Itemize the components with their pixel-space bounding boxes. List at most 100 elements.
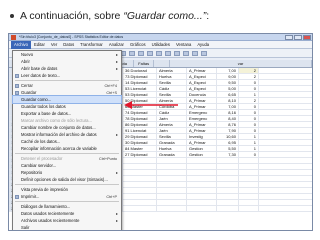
file-menu-item[interactable]: Leer datos de texto... — [13, 72, 121, 79]
table-cell[interactable]: Huelva — [157, 146, 187, 151]
menu-7[interactable]: Utilidades — [149, 41, 173, 49]
file-menu-item[interactable]: Cerrar Ctrl+F4 — [13, 82, 121, 89]
file-menu-item[interactable]: Guardar Ctrl+S — [13, 89, 121, 96]
table-cell[interactable]: A_Especi — [187, 74, 217, 79]
table-cell[interactable]: 9,00 — [217, 74, 239, 79]
table-cell[interactable]: Almeria — [157, 68, 187, 73]
table-cell[interactable]: Sevilla — [157, 134, 187, 139]
table-cell[interactable]: 7,30 — [217, 152, 239, 157]
table-cell[interactable]: 0 — [239, 110, 259, 115]
table-cell[interactable]: 53 Diplomad — [123, 92, 157, 97]
table-cell[interactable]: A_Primar — [187, 98, 217, 103]
table-cell[interactable] — [187, 182, 217, 187]
table-cell[interactable] — [187, 206, 217, 211]
file-menu-item[interactable]: Repositorio ▸ — [13, 169, 121, 176]
table-cell[interactable] — [217, 176, 239, 181]
table-cell[interactable] — [187, 194, 217, 199]
table-cell[interactable]: 73 Diplomad — [123, 74, 157, 79]
table-cell[interactable] — [157, 182, 187, 187]
empty-cells[interactable] — [259, 182, 312, 187]
column-header[interactable] — [154, 60, 170, 67]
menu-9[interactable]: Ayuda — [194, 41, 212, 49]
table-cell[interactable]: 7,00 — [217, 104, 239, 109]
table-cell[interactable] — [217, 188, 239, 193]
table-cell[interactable]: A_Primar — [187, 140, 217, 145]
empty-cells[interactable] — [259, 206, 312, 211]
table-cell[interactable]: 6,65 — [217, 92, 239, 97]
table-cell[interactable] — [217, 182, 239, 187]
table-cell[interactable]: 7,00 — [217, 68, 239, 73]
empty-cells[interactable] — [259, 80, 312, 85]
table-cell[interactable]: Sevilla — [157, 80, 187, 85]
empty-cells[interactable] — [259, 98, 312, 103]
file-menu-item[interactable]: Datos usados recientemente ▸ — [13, 210, 121, 217]
table-cell[interactable]: Jaén — [157, 128, 187, 133]
toolbar-button-icon[interactable] — [156, 51, 162, 56]
toolbar-button-icon[interactable] — [174, 51, 180, 56]
table-cell[interactable] — [239, 158, 259, 163]
table-cell[interactable] — [157, 206, 187, 211]
file-menu-item[interactable]: Diálogos de llamamiento... — [13, 203, 121, 210]
table-cell[interactable] — [157, 194, 187, 199]
file-menu-item[interactable]: Exportar a base de datos... — [13, 110, 121, 117]
table-cell[interactable] — [123, 182, 157, 187]
empty-cells[interactable] — [259, 122, 312, 127]
file-menu-item[interactable]: Abrir ▸ — [13, 58, 121, 65]
table-cell[interactable] — [239, 182, 259, 187]
menu-3[interactable]: Datos — [60, 41, 77, 49]
table-cell[interactable] — [187, 176, 217, 181]
table-cell[interactable]: 0 — [239, 128, 259, 133]
table-cell[interactable] — [157, 176, 187, 181]
menu-item-save-as[interactable]: Guardar como... — [12, 95, 122, 104]
table-cell[interactable]: 2 — [239, 74, 259, 79]
toolbar-button-icon[interactable] — [138, 51, 144, 56]
toolbar-button-icon[interactable] — [183, 51, 189, 56]
maximize-button[interactable] — [294, 35, 302, 40]
empty-cells[interactable] — [259, 200, 312, 205]
table-cell[interactable] — [239, 164, 259, 169]
column-header[interactable]: Faltas — [134, 60, 155, 67]
empty-cells[interactable] — [259, 68, 312, 73]
table-cell[interactable] — [239, 176, 259, 181]
file-menu-item[interactable]: Cambiar servidor... — [13, 162, 121, 169]
table-cell[interactable] — [157, 200, 187, 205]
table-cell[interactable]: 9,50 — [217, 80, 239, 85]
menu-5[interactable]: Analizar — [106, 41, 127, 49]
table-cell[interactable]: 10,60 — [217, 134, 239, 139]
empty-cells[interactable] — [259, 158, 312, 163]
menu-1[interactable]: Editar — [31, 41, 48, 49]
table-cell[interactable] — [123, 158, 157, 163]
table-cell[interactable] — [239, 194, 259, 199]
table-cell[interactable] — [217, 194, 239, 199]
table-cell[interactable]: 0 — [239, 122, 259, 127]
table-cell[interactable]: 8,16 — [217, 110, 239, 115]
table-cell[interactable] — [217, 206, 239, 211]
table-cell[interactable] — [157, 158, 187, 163]
table-cell[interactable] — [123, 170, 157, 175]
table-cell[interactable]: 8,10 — [217, 98, 239, 103]
table-cell[interactable]: A_Primar — [187, 128, 217, 133]
table-cell[interactable]: 27 Diplomad — [123, 152, 157, 157]
table-cell[interactable] — [187, 164, 217, 169]
table-cell[interactable]: 0 — [239, 104, 259, 109]
table-cell[interactable]: A_Especi — [187, 80, 217, 85]
table-cell[interactable]: 1 — [239, 92, 259, 97]
table-cell[interactable] — [217, 170, 239, 175]
table-cell[interactable]: 5,50 — [217, 146, 239, 151]
table-cell[interactable] — [123, 176, 157, 181]
table-cell[interactable] — [123, 200, 157, 205]
empty-cells[interactable] — [259, 74, 312, 79]
table-cell[interactable] — [239, 200, 259, 205]
table-cell[interactable] — [157, 170, 187, 175]
empty-cells[interactable] — [259, 134, 312, 139]
table-cell[interactable]: 14 Diplomad — [123, 80, 157, 85]
toolbar-button-icon[interactable] — [165, 51, 171, 56]
menu-0[interactable]: Archivo — [11, 40, 31, 49]
file-menu-item[interactable]: Nuevo ▸ — [13, 51, 121, 58]
file-menu-item[interactable]: Imprimir... Ctrl+P — [13, 193, 121, 200]
file-menu-item[interactable]: Guardar todos los datos — [13, 103, 121, 110]
table-cell[interactable] — [157, 164, 187, 169]
table-cell[interactable]: 30 Diplomad — [123, 140, 157, 145]
menu-4[interactable]: Transformar — [77, 41, 106, 49]
table-cell[interactable] — [187, 188, 217, 193]
